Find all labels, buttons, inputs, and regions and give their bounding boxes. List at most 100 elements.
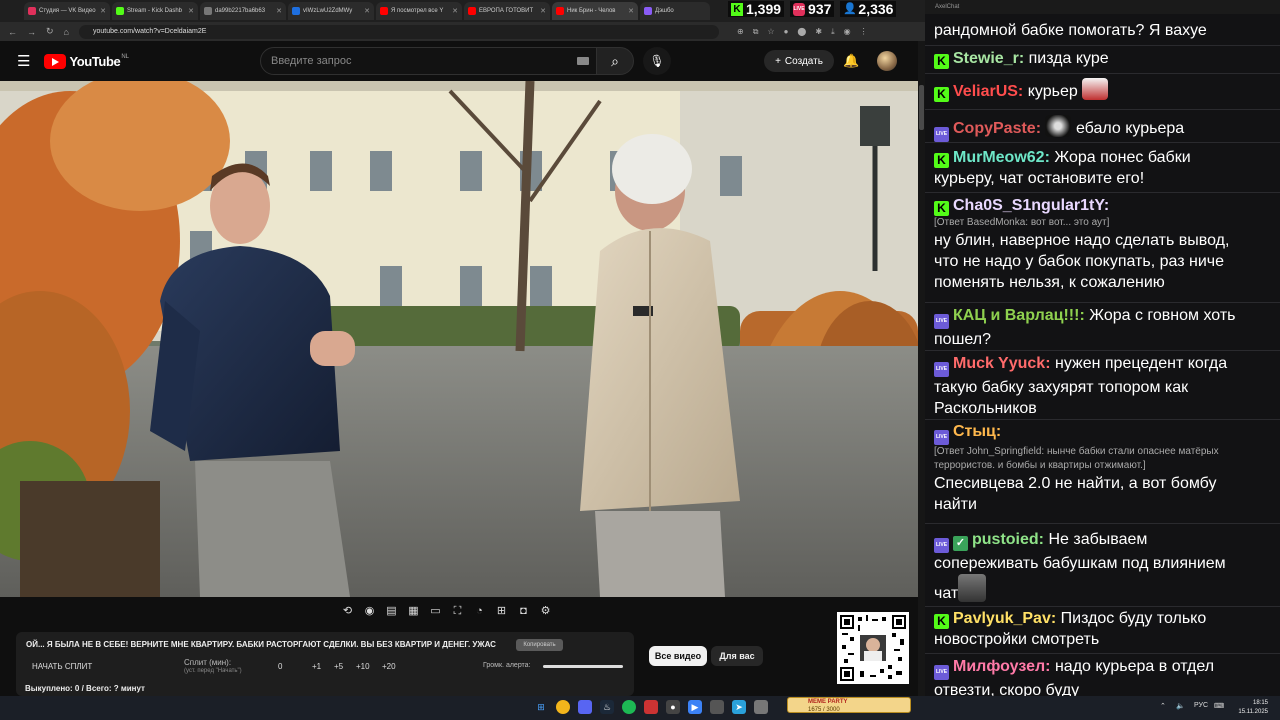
fullscreen-icon[interactable]: ⛶ <box>450 604 465 618</box>
chip-all-videos[interactable]: Все видео <box>649 646 707 666</box>
extension-icon[interactable]: ● <box>784 27 789 37</box>
app-icon[interactable]: ▶ <box>688 700 702 714</box>
youtube-play-icon <box>44 53 67 69</box>
browser-tab[interactable]: ЕВРОПА ГОТОВИТ ✕ <box>464 2 550 20</box>
chat-panel: рандомной бабке помогать? Я вахуе K Stewi… <box>925 14 1280 696</box>
browser-tab[interactable]: Stream - Kick Dashb ✕ <box>112 2 198 20</box>
search-button[interactable]: ⌕ <box>596 47 634 75</box>
star-icon[interactable]: ☆ <box>767 27 774 37</box>
extension-icon[interactable]: ⬤ <box>797 27 806 37</box>
chrome-icon[interactable] <box>556 700 570 714</box>
page-scrollbar[interactable] <box>918 41 925 697</box>
divider <box>925 142 1280 143</box>
add-5-button[interactable]: +5 <box>334 662 343 671</box>
tray-arrow-icon[interactable]: ⌃ <box>1160 702 1166 710</box>
close-icon[interactable]: ✕ <box>188 7 194 15</box>
youtube-icon <box>556 7 564 15</box>
clapperboard-icon[interactable]: ▦ <box>406 604 421 618</box>
speed-icon[interactable]: ◔ <box>472 604 487 618</box>
divider <box>925 302 1280 303</box>
discord-icon[interactable] <box>578 700 592 714</box>
mic-icon: 🎙 <box>649 54 665 68</box>
forward-icon[interactable]: → <box>27 27 36 37</box>
search-input[interactable]: Введите запрос <box>260 47 600 75</box>
create-button[interactable]: + Создать <box>764 50 834 72</box>
screen-icon[interactable]: ▭ <box>428 604 443 618</box>
telegram-icon[interactable]: ➤ <box>732 700 746 714</box>
close-icon[interactable]: ✕ <box>628 7 634 15</box>
app-icon[interactable] <box>754 700 768 714</box>
extensions-icon[interactable]: ✱ <box>815 27 822 37</box>
browser-tab[interactable]: Дэшбо <box>640 2 710 20</box>
video-settings-icon[interactable]: ▤ <box>384 604 399 618</box>
live-badge-icon: LIVE <box>934 665 949 680</box>
chat-message: LIVE Стыц: [Ответ John_Springfield: нынче… <box>934 421 1270 515</box>
steam-icon[interactable]: ♨ <box>600 700 614 714</box>
chat-message: K Pavlyuk_Pav: Пиздос буду только новостр… <box>934 610 1207 648</box>
video-player[interactable] <box>0 81 918 597</box>
add-10-button[interactable]: +10 <box>356 662 370 671</box>
profile-icon[interactable]: ◉ <box>844 27 851 37</box>
url-field[interactable]: youtube.com/watch?v=Dceldaiam2E <box>78 24 719 39</box>
live-badge-icon: LIVE <box>934 538 949 553</box>
mic-button[interactable]: 🎙 <box>643 47 671 75</box>
chat-message: K VeliarUS: курьер <box>934 78 1270 102</box>
add-icon[interactable]: ⊞ <box>494 604 509 618</box>
gear-icon[interactable]: ⚙ <box>538 604 553 618</box>
audio-icon[interactable]: ◉ <box>362 604 377 618</box>
add-20-button[interactable]: +20 <box>382 662 396 671</box>
kick-viewers: K 1,399 <box>728 1 785 17</box>
app-icon[interactable] <box>710 700 724 714</box>
app-icon[interactable] <box>644 700 658 714</box>
zoom-icon[interactable]: ⊕ <box>737 27 744 37</box>
live-badge-icon: LIVE <box>934 362 949 377</box>
scrollbar-thumb[interactable] <box>919 85 924 130</box>
add-1-button[interactable]: +1 <box>312 662 321 671</box>
language-indicator[interactable]: РУС <box>1194 702 1208 709</box>
emote-icon <box>1045 115 1072 137</box>
menu-icon[interactable]: ☰ <box>17 52 30 70</box>
start-split-button[interactable]: НАЧАТЬ СПЛИТ <box>32 662 92 671</box>
search-icon: ⌕ <box>611 53 619 69</box>
keyboard-icon[interactable] <box>577 57 589 65</box>
close-icon[interactable]: ✕ <box>540 7 546 15</box>
repeat-icon[interactable]: ⟲ <box>340 604 355 618</box>
divider <box>925 523 1280 524</box>
bell-icon[interactable]: 🔔 <box>843 53 859 69</box>
plus-icon: + <box>775 55 781 67</box>
live-badge-icon: LIVE <box>934 314 949 329</box>
browser-tab[interactable]: da99b2217ba6b63 ✕ <box>200 2 286 20</box>
download-icon[interactable]: ⤓ <box>831 27 835 37</box>
spotify-icon[interactable] <box>622 700 636 714</box>
menu-icon[interactable]: ⋮ <box>860 27 868 37</box>
clock[interactable]: 18:15 15.11.2025 <box>1238 699 1268 717</box>
viewer-count-overlay: K 1,399 LIVE 937 👤 2,336 <box>728 0 897 18</box>
chip-for-you[interactable]: Для вас <box>711 646 763 666</box>
obs-icon[interactable]: ● <box>666 700 680 714</box>
browser-tab[interactable]: vIWzLwU2ZdMWy ✕ <box>288 2 374 20</box>
camera-icon[interactable]: ◘ <box>516 604 531 618</box>
network-icon[interactable]: ⌨ <box>1214 702 1224 710</box>
close-icon[interactable]: ✕ <box>364 7 370 15</box>
windows-start-icon[interactable]: ⊞ <box>534 700 548 714</box>
copy-button[interactable]: Копировать <box>516 639 563 651</box>
youtube-icon <box>380 7 388 15</box>
browser-tab[interactable]: Я посмотрел все Y ✕ <box>376 2 462 20</box>
split-hint: (уст. перед "Начать") <box>184 668 242 674</box>
translate-icon[interactable]: ⧉ <box>753 27 759 37</box>
video-frame <box>0 81 918 597</box>
speaker-icon[interactable]: 🔈 <box>1176 702 1185 710</box>
alert-volume-slider[interactable] <box>543 665 623 668</box>
reload-icon[interactable]: ↻ <box>46 26 54 37</box>
youtube-logo[interactable]: YouTube NL <box>44 53 129 69</box>
back-icon[interactable]: ← <box>8 27 17 37</box>
close-icon[interactable]: ✕ <box>100 7 106 15</box>
chat-message: K Cha0S_S1ngular1tY: [Ответ BasedMonka: в… <box>934 195 1270 293</box>
address-bar-row: ← → ↻ ⌂ youtube.com/watch?v=Dceldaiam2E … <box>0 22 925 41</box>
close-icon[interactable]: ✕ <box>276 7 282 15</box>
browser-tab-active[interactable]: Ник Брин - Челов ✕ <box>552 2 638 20</box>
browser-tab[interactable]: Студия — VK Видео ✕ <box>24 2 110 20</box>
avatar[interactable] <box>877 51 897 71</box>
home-icon[interactable]: ⌂ <box>64 27 69 37</box>
close-icon[interactable]: ✕ <box>452 7 458 15</box>
